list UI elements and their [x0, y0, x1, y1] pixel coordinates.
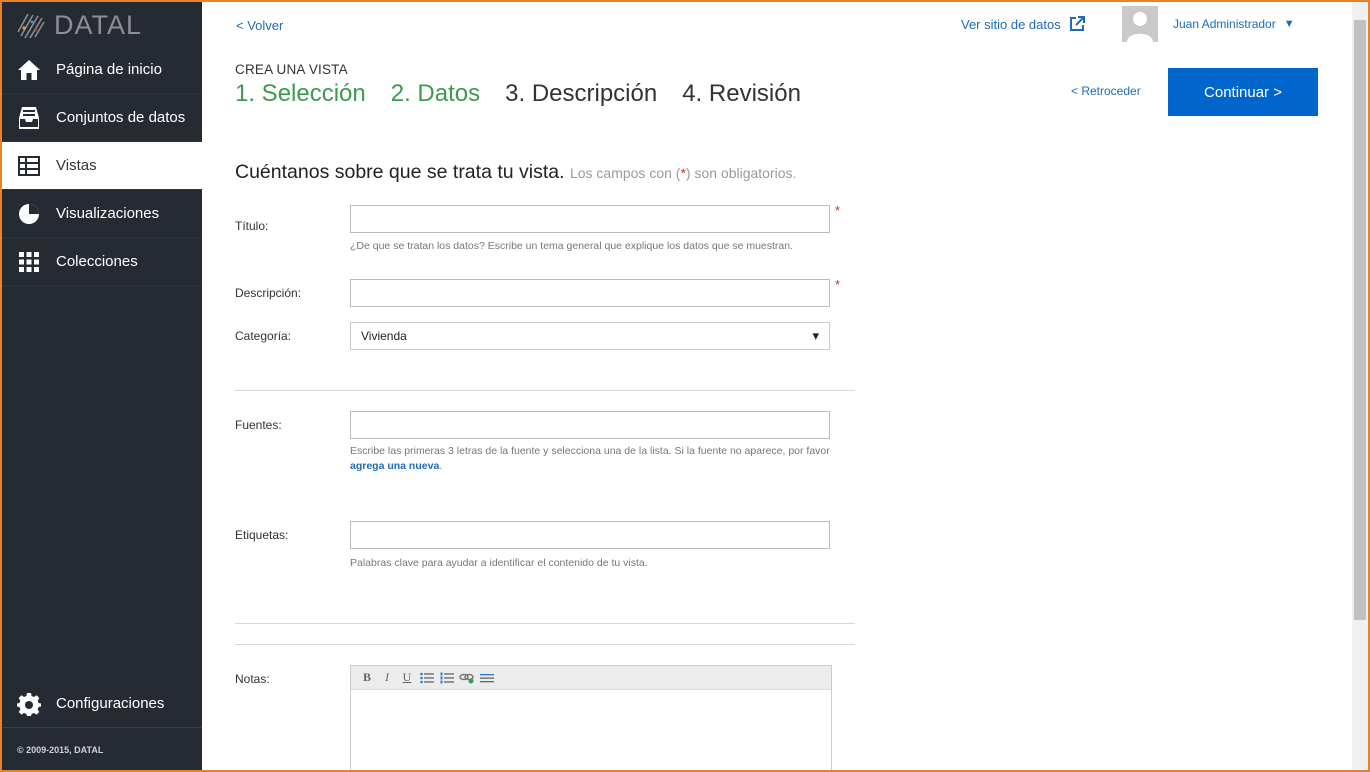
form-heading-title: Cuéntanos sobre que se trata tu vista. — [235, 161, 565, 183]
sidebar-item-collections[interactable]: Colecciones — [0, 238, 202, 286]
title-input[interactable] — [350, 205, 830, 233]
sidebar-item-visualizations[interactable]: Visualizaciones — [0, 190, 202, 238]
sidebar-item-label: Colecciones — [56, 253, 138, 270]
sidebar: DATAL Página de inicio Conjuntos de dato… — [0, 0, 202, 772]
avatar[interactable] — [1122, 6, 1158, 42]
external-link-icon — [1069, 16, 1085, 31]
notes-editor[interactable]: B I U — [350, 665, 832, 772]
title-help: ¿De que se tratan los datos? Escribe un … — [350, 240, 794, 252]
user-menu[interactable]: Juan Administrador ▼ — [1173, 17, 1295, 31]
tags-label: Etiquetas: — [235, 528, 289, 542]
grid-icon — [17, 250, 41, 274]
divider — [235, 623, 855, 624]
sources-help-end: . — [439, 460, 443, 472]
sources-label: Fuentes: — [235, 418, 282, 432]
title-label: Título: — [235, 219, 269, 233]
home-icon — [17, 58, 41, 82]
category-label: Categoría: — [235, 329, 292, 343]
divider — [235, 390, 855, 391]
sources-input[interactable] — [350, 411, 830, 439]
bullet-list-icon[interactable] — [417, 669, 437, 687]
sidebar-item-datasets[interactable]: Conjuntos de datos — [0, 94, 202, 142]
logo[interactable]: DATAL — [16, 8, 142, 42]
logo-mark-icon — [17, 13, 45, 39]
italic-icon[interactable]: I — [377, 669, 397, 687]
tags-input[interactable] — [350, 521, 830, 549]
sidebar-item-label: Conjuntos de datos — [56, 109, 186, 126]
step-review: 4. Revisión — [682, 80, 801, 107]
main-content: < Volver Ver sitio de datos Juan Adminis… — [202, 0, 1352, 772]
horizontal-rule-icon[interactable] — [477, 669, 497, 687]
category-value: Vivienda — [361, 329, 407, 343]
divider — [235, 644, 855, 645]
table-icon — [17, 154, 41, 178]
sidebar-item-views[interactable]: Vistas — [0, 142, 202, 190]
title-required-mark: * — [835, 203, 841, 218]
step-data[interactable]: 2. Datos — [391, 80, 480, 108]
description-label: Descripción: — [235, 286, 302, 300]
required-hint: Los campos con (*) son obligatorios. — [570, 165, 796, 181]
logo-text: DATAL — [54, 9, 143, 40]
view-site-link[interactable]: Ver sitio de datos — [961, 16, 1085, 32]
caret-down-icon: ▼ — [1283, 18, 1295, 30]
sidebar-nav: Página de inicio Conjuntos de datos Vist… — [0, 46, 202, 286]
back-link[interactable]: < Volver — [236, 18, 283, 33]
description-input[interactable] — [350, 279, 830, 307]
sidebar-item-settings[interactable]: Configuraciones — [0, 680, 202, 728]
view-site-label: Ver sitio de datos — [961, 16, 1061, 32]
pie-chart-icon — [17, 202, 41, 226]
sidebar-item-label: Configuraciones — [56, 695, 165, 712]
description-required-mark: * — [835, 277, 841, 292]
wizard-steps: 1. Selección 2. Datos 3. Descripción 4. … — [235, 80, 826, 108]
required-hint-text: Los campos con ( — [569, 165, 681, 181]
sidebar-item-label: Página de inicio — [56, 61, 162, 78]
bold-icon[interactable]: B — [357, 669, 377, 687]
link-icon[interactable] — [457, 669, 477, 687]
required-hint-end: ) son obligatorios. — [685, 165, 797, 181]
user-silhouette-icon — [1127, 12, 1153, 42]
form-heading: Cuéntanos sobre que se trata tu vista. L… — [235, 161, 796, 184]
editor-toolbar: B I U — [351, 666, 831, 690]
sidebar-item-label: Vistas — [56, 157, 97, 174]
step-selection[interactable]: 1. Selección — [235, 80, 366, 108]
gear-icon — [17, 692, 41, 716]
sidebar-item-home[interactable]: Página de inicio — [0, 46, 202, 94]
sources-help-text: Escribe las primeras 3 letras de la fuen… — [350, 445, 830, 457]
category-select[interactable]: Vivienda ▾ — [350, 322, 830, 350]
notes-label: Notas: — [235, 672, 270, 686]
user-name: Juan Administrador — [1173, 17, 1276, 31]
tags-help: Palabras clave para ayudar a identificar… — [350, 557, 648, 569]
continue-button[interactable]: Continuar > — [1168, 68, 1318, 116]
inbox-icon — [17, 106, 41, 130]
underline-icon[interactable]: U — [397, 669, 417, 687]
sources-help: Escribe las primeras 3 letras de la fuen… — [350, 444, 860, 474]
copyright: © 2009-2015, DATAL — [17, 745, 104, 755]
numbered-list-icon[interactable] — [437, 669, 457, 687]
sidebar-item-label: Visualizaciones — [56, 205, 160, 222]
vertical-scrollbar[interactable] — [1352, 2, 1368, 770]
chevron-down-icon: ▾ — [812, 328, 819, 343]
scrollbar-thumb[interactable] — [1354, 20, 1366, 620]
add-source-link[interactable]: agrega una nueva — [350, 460, 439, 472]
sidebar-bottom: Configuraciones — [0, 680, 202, 728]
wizard-eyebrow: CREA UNA VISTA — [235, 62, 348, 77]
back-step-link[interactable]: < Retroceder — [1071, 84, 1141, 98]
step-description: 3. Descripción — [505, 80, 658, 107]
